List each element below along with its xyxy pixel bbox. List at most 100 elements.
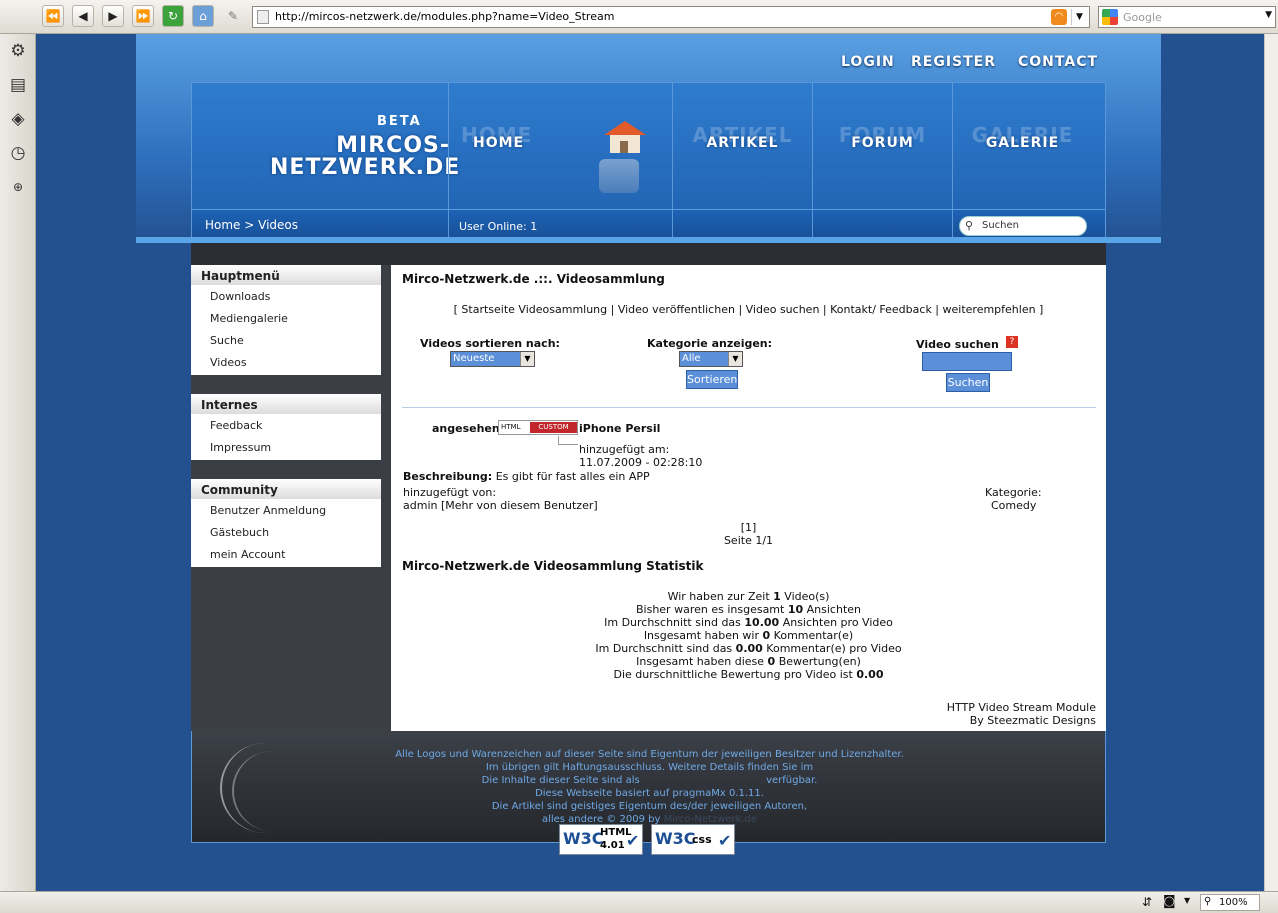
footer-line-3: Die Inhalte dieser Seite sind als verfüg… — [481, 775, 818, 786]
menu-item-benutzer-anmeldung[interactable]: Benutzer Anmeldung — [210, 504, 326, 517]
gear-icon[interactable]: ⚙ — [6, 39, 30, 63]
pagination[interactable]: [1] — [391, 521, 1106, 534]
page-of: Seite 1/1 — [723, 534, 774, 547]
checkmark-icon: ✔ — [718, 831, 732, 850]
forward-icon[interactable]: ▶ — [102, 5, 124, 27]
site-logo[interactable]: BETA MIRCOS- NETZWERK.DE — [192, 83, 459, 209]
site-search-input[interactable]: ⚲ Suchen — [959, 216, 1087, 236]
zoom-icon: ⚲ — [1204, 896, 1212, 907]
module-credit-1[interactable]: HTTP Video Stream Module — [947, 701, 1096, 714]
nav-forum[interactable]: FORUM FORUM — [812, 83, 952, 209]
nav-artikel[interactable]: ARTIKEL ARTIKEL — [672, 83, 812, 209]
address-text[interactable]: http://mircos-netzwerk.de/modules.php?na… — [275, 10, 614, 23]
login-link[interactable]: LOGIN — [841, 54, 895, 70]
add-panel-icon[interactable]: ⊕ — [6, 175, 30, 199]
sort-select-value: Neueste — [453, 353, 495, 364]
w3c-logo-icon: W3C — [563, 829, 604, 848]
edit-pen-icon[interactable]: ✎ — [222, 5, 244, 27]
added-label: hinzugefügt am: — [579, 443, 670, 456]
added-by-label: hinzugefügt von: — [403, 486, 497, 499]
web-page: LOGIN REGISTER CONTACT BETA MIRCOS- NETZ… — [36, 34, 1264, 891]
menu-item-feedback[interactable]: Feedback — [210, 419, 262, 432]
status-bar: ⇵ ◙ ▼ ⚲ 100% — [0, 891, 1278, 913]
help-icon[interactable]: ? — [1006, 336, 1018, 348]
stat-line: Im Durchschnitt sind das 10.00 Ansichten… — [604, 616, 893, 629]
sort-button[interactable]: Sortieren — [686, 370, 738, 389]
menu-item-videos[interactable]: Videos — [210, 356, 247, 369]
site-header: BETA MIRCOS- NETZWERK.DE HOME HOME ARTIK… — [191, 82, 1106, 242]
camera-icon[interactable]: ◙ — [1163, 894, 1176, 909]
module-credit-2[interactable]: By Steezmatic Designs — [970, 714, 1096, 727]
history-clock-icon[interactable]: ◷ — [6, 141, 30, 165]
added-by-value[interactable]: admin [Mehr von diesem Benutzer] — [403, 499, 598, 512]
menu-hauptmenue: Hauptmenü Downloads Mediengalerie Suche … — [191, 265, 381, 375]
menu-community: Community Benutzer Anmeldung Gästebuch m… — [191, 479, 381, 567]
site-footer: Alle Logos und Warenzeichen auf dieser S… — [191, 731, 1106, 843]
added-date: 11.07.2009 - 02:28:10 — [579, 456, 703, 469]
fast-forward-icon[interactable]: ⏩ — [132, 5, 154, 27]
browser-search-box[interactable]: Google ▼ — [1098, 6, 1276, 28]
video-title[interactable]: iPhone Persil — [579, 422, 660, 435]
description-text: Es gibt für fast alles ein APP — [495, 470, 650, 483]
badge-custom: CUSTOM — [530, 422, 577, 433]
divider — [402, 407, 1096, 408]
reload-icon[interactable]: ↻ — [162, 5, 184, 27]
video-nav-links[interactable]: [ Startseite Videosammlung | Video veröf… — [391, 303, 1106, 316]
breadcrumb[interactable]: Home > Videos — [205, 218, 298, 232]
menu-item-mein-account[interactable]: mein Account — [210, 548, 285, 561]
sort-label: Videos sortieren nach: — [420, 337, 560, 350]
w3c-css-badge[interactable]: W3C css ✔ — [651, 824, 735, 855]
video-search-button[interactable]: Suchen — [946, 373, 990, 392]
video-search-label: Video suchen — [916, 338, 999, 351]
menu-item-mediengalerie[interactable]: Mediengalerie — [210, 312, 288, 325]
rss-feed-icon[interactable]: ◠ — [1051, 9, 1067, 25]
chevron-down-icon: ▼ — [728, 352, 742, 366]
home-icon[interactable]: ⌂ — [192, 5, 214, 27]
w3c-html-badge[interactable]: W3C HTML 4.01 ✔ — [559, 824, 643, 855]
menu-item-gaestebuch[interactable]: Gästebuch — [210, 526, 269, 539]
nav-home[interactable]: HOME HOME — [448, 83, 672, 209]
dark-band — [191, 243, 1106, 265]
nav-galerie[interactable]: GALERIE GALERIE — [952, 83, 1092, 209]
register-link[interactable]: REGISTER — [911, 54, 996, 70]
back-icon[interactable]: ◀ — [72, 5, 94, 27]
main-content: Mirco-Netzwerk.de .::. Videosammlung [ S… — [391, 265, 1106, 731]
feed-icon[interactable]: ◈ — [6, 107, 30, 131]
sort-select[interactable]: Neueste ▼ — [450, 351, 535, 367]
chat-icon[interactable]: ▤ — [6, 73, 30, 97]
menu-title: Community — [191, 479, 381, 499]
category-select[interactable]: Alle ▼ — [679, 351, 743, 367]
menu-item-suche[interactable]: Suche — [210, 334, 244, 347]
network-icon[interactable]: ⇵ — [1142, 895, 1152, 909]
nav-forum-label: FORUM — [851, 135, 914, 151]
stat-line: Bisher waren es insgesamt 10 Ansichten — [635, 603, 862, 616]
description-label: Beschreibung: — [403, 470, 493, 483]
w3c-html-version: 4.01 — [600, 840, 625, 851]
rewind-icon[interactable]: ⏪ — [42, 5, 64, 27]
footer-line-4: Diese Webseite basiert auf pragmaMx 0.1.… — [535, 788, 764, 799]
stats-list: Wir haben zur Zeit 1 Video(s) Bisher war… — [391, 590, 1106, 681]
contact-link[interactable]: CONTACT — [1018, 54, 1098, 70]
page-title: Mirco-Netzwerk.de .::. Videosammlung — [402, 272, 665, 286]
logo-line1: MIRCOS- — [336, 133, 450, 158]
stat-line: Insgesamt haben wir 0 Kommentar(e) — [643, 629, 854, 642]
site-search-placeholder: Suchen — [982, 220, 1020, 231]
menu-item-downloads[interactable]: Downloads — [210, 290, 270, 303]
address-dropdown-icon[interactable]: ▼ — [1071, 9, 1087, 25]
search-engine-dropdown-icon[interactable]: ▼ — [1265, 10, 1272, 20]
video-search-input[interactable] — [922, 352, 1012, 371]
w3c-logo-icon: W3C — [655, 829, 696, 848]
menu-item-impressum[interactable]: Impressum — [210, 441, 271, 454]
stat-line: Wir haben zur Zeit 1 Video(s) — [667, 590, 830, 603]
google-icon[interactable] — [1102, 9, 1118, 25]
zoom-control[interactable]: ⚲ 100% — [1200, 894, 1260, 911]
stat-line: Die durschnittliche Bewertung pro Video … — [613, 668, 884, 681]
footer-line-1: Alle Logos und Warenzeichen auf dieser S… — [395, 749, 904, 760]
house-reflection-icon — [599, 159, 639, 193]
camera-dropdown-icon[interactable]: ▼ — [1184, 896, 1190, 905]
description: Beschreibung: Es gibt für fast alles ein… — [403, 470, 650, 483]
w3c-css-label: css — [692, 833, 712, 846]
vertical-scrollbar[interactable] — [1264, 34, 1278, 891]
address-bar[interactable]: http://mircos-netzwerk.de/modules.php?na… — [252, 6, 1090, 28]
browser-sidebar: ★ ⚙ ▤ ◈ ◷ ⊕ — [0, 0, 36, 891]
